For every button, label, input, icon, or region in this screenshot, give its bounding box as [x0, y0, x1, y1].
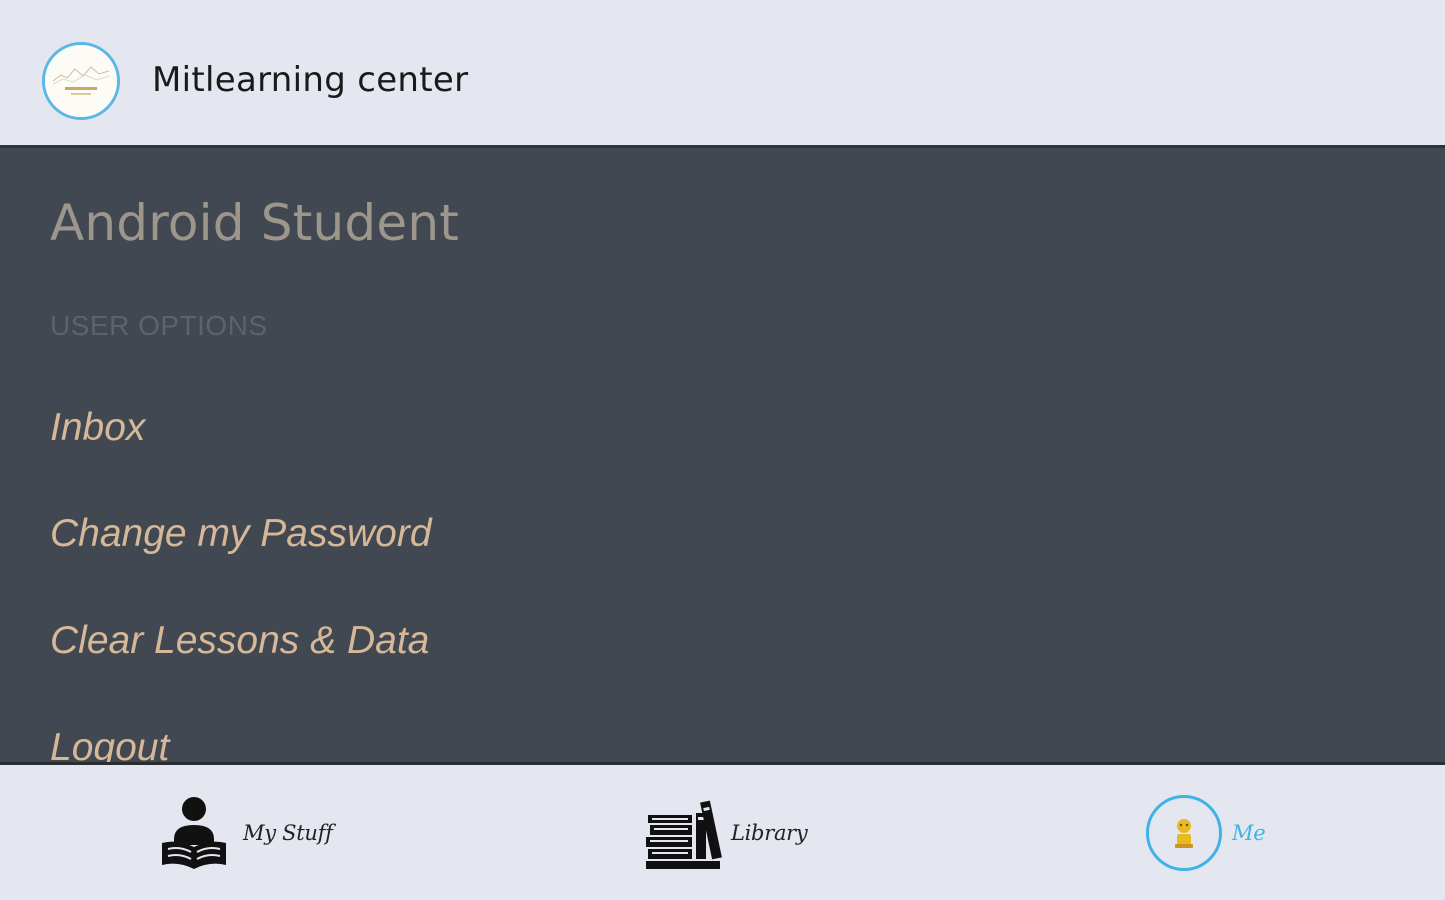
- nav-tab-me[interactable]: Me: [1140, 765, 1290, 900]
- books-icon: [644, 797, 722, 876]
- bottom-nav: My Stuff Library Me: [0, 765, 1445, 900]
- section-label: USER OPTIONS: [50, 310, 268, 341]
- nav-label-library: Library: [731, 821, 808, 845]
- user-options-panel: Android Student USER OPTIONS Inbox Chang…: [0, 145, 1445, 765]
- reader-icon: [160, 795, 228, 878]
- nav-label-my-stuff: My Stuff: [243, 821, 333, 845]
- nav-tab-library[interactable]: Library: [636, 765, 826, 900]
- center-logo-icon[interactable]: [42, 42, 120, 120]
- student-name: Android Student: [50, 194, 460, 252]
- menu-item-inbox[interactable]: Inbox: [50, 406, 145, 450]
- menu-item-logout[interactable]: Logout: [50, 726, 169, 762]
- menu-item-change-password[interactable]: Change my Password: [50, 512, 432, 556]
- center-name: Mitlearning center: [152, 60, 469, 100]
- menu-item-clear-lessons[interactable]: Clear Lessons & Data: [50, 619, 429, 663]
- nav-label-me: Me: [1232, 821, 1266, 845]
- app-window: Mitlearning center Android Student USER …: [0, 0, 1445, 900]
- nav-tab-my-stuff[interactable]: My Stuff: [150, 765, 350, 900]
- header-bar: Mitlearning center: [0, 0, 1445, 145]
- user-avatar-icon: [1146, 795, 1222, 871]
